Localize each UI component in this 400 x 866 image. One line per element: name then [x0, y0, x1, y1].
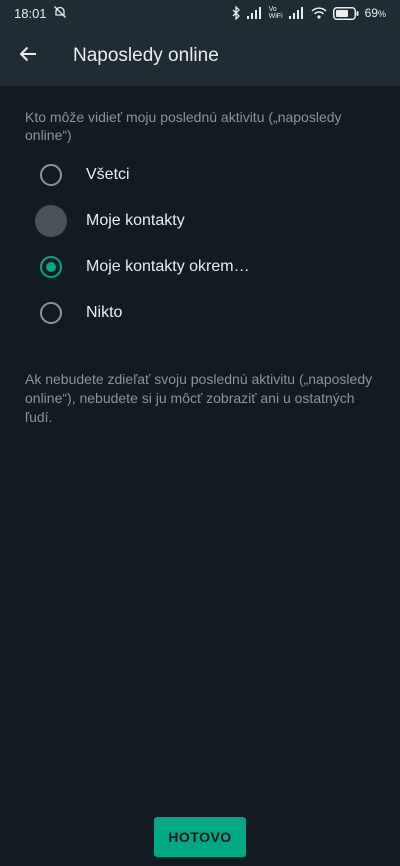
page-title: Naposledy online [73, 45, 219, 66]
radio-wrapper [35, 205, 67, 237]
radio-button-my-contacts-except[interactable] [40, 256, 62, 278]
battery-value: 69 [364, 6, 378, 20]
radio-wrapper [40, 256, 62, 278]
options-list: Všetci Moje kontakty Moje kontakty okrem… [0, 152, 400, 336]
option-label-nobody: Nikto [86, 304, 123, 321]
option-label-my-contacts: Moje kontakty [86, 212, 185, 229]
signal-icon-2 [288, 7, 305, 19]
volte-wifi-icon: Vo WiFi [269, 6, 283, 20]
volte-label: Vo [268, 6, 277, 13]
option-my-contacts-except[interactable]: Moje kontakty okrem… [0, 244, 400, 290]
footnote-text: Ak nebudete zdieľať svoju poslednú aktiv… [25, 371, 373, 425]
radio-wrapper [40, 164, 62, 186]
option-my-contacts[interactable]: Moje kontakty [0, 198, 400, 244]
option-nobody[interactable]: Nikto [0, 290, 400, 336]
bell-muted-icon [53, 5, 67, 22]
main-content: Kto môže vidieť moju poslednú aktivitu (… [0, 86, 400, 427]
wifi-calling-label: WiFi [268, 13, 283, 20]
option-label-everyone: Všetci [86, 166, 130, 183]
radio-selected-dot [46, 262, 56, 272]
radio-button-everyone[interactable] [40, 164, 62, 186]
battery-percent: 69% [365, 6, 386, 20]
radio-button-nobody[interactable] [40, 302, 62, 324]
done-button[interactable]: HOTOVO [154, 817, 246, 857]
back-button[interactable] [0, 28, 56, 84]
app-bar: Naposledy online [0, 26, 400, 86]
wifi-icon [311, 7, 327, 19]
battery-icon [332, 6, 359, 20]
arrow-left-icon [18, 44, 38, 69]
radio-wrapper [40, 302, 62, 324]
status-bar: 18:01 Vo WiFi 69% [0, 0, 400, 26]
option-label-my-contacts-except: Moje kontakty okrem… [86, 258, 250, 275]
press-ripple [35, 205, 67, 237]
battery-unit: % [377, 9, 386, 19]
option-everyone[interactable]: Všetci [0, 152, 400, 198]
question-text: Kto môže vidieť moju poslednú aktivitu (… [25, 109, 342, 143]
status-time: 18:01 [14, 5, 47, 21]
bluetooth-icon [231, 6, 241, 20]
signal-icon [246, 7, 263, 19]
